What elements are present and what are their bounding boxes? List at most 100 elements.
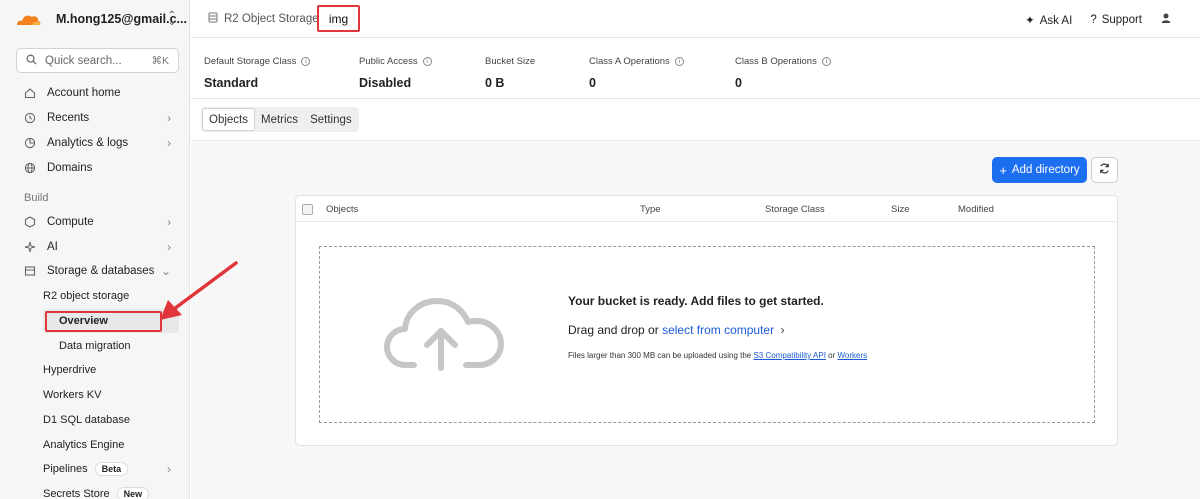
plus-icon: +: [999, 162, 1007, 178]
sidebar-item-data-migration[interactable]: Data migration: [59, 335, 131, 357]
stat-value: 0: [735, 76, 742, 90]
sidebar-item-d1[interactable]: D1 SQL database: [43, 409, 130, 431]
sidebar-item-r2-object-storage[interactable]: R2 object storage: [43, 285, 129, 307]
database-icon: [208, 12, 218, 26]
sidebar-item-secrets-store[interactable]: Secrets Store New: [43, 483, 150, 499]
column-header-type[interactable]: Type: [640, 204, 661, 215]
sidebar-item-storage-databases[interactable]: Storage & databases ⌄: [16, 259, 179, 283]
upload-dropzone[interactable]: Your bucket is ready. Add files to get s…: [319, 246, 1095, 423]
tab-bar: Objects Metrics Settings: [191, 100, 1200, 141]
tab-settings[interactable]: Settings: [304, 108, 358, 131]
column-header-storage-class[interactable]: Storage Class: [765, 204, 825, 215]
note-prefix: Files larger than 300 MB can be uploaded…: [568, 351, 754, 360]
account-switcher[interactable]: M.hong125@gmail.c... ⌃ ⌄: [0, 0, 190, 38]
stat-public-access: Public Access i Disabled: [359, 56, 432, 90]
sidebar-item-domains[interactable]: Domains: [16, 156, 179, 180]
table-header: Objects Type Storage Class Size Modified: [296, 196, 1117, 222]
chevron-right-icon: ›: [167, 111, 171, 125]
beta-badge: Beta: [94, 462, 129, 476]
sidebar-item-label: Account home: [47, 87, 121, 99]
stat-label: Bucket Size: [485, 56, 536, 67]
dropzone-title: Your bucket is ready. Add files to get s…: [568, 294, 824, 308]
cloudflare-logo-icon: [14, 11, 42, 27]
new-badge: New: [116, 487, 150, 499]
breadcrumb-parent[interactable]: R2 Object Storage: [224, 13, 319, 25]
chevron-updown-icon: ⌃ ⌄: [167, 10, 176, 28]
sidebar-item-workers-kv[interactable]: Workers KV: [43, 384, 101, 406]
section-label-build: Build: [24, 192, 49, 204]
sidebar-item-account-home[interactable]: Account home: [16, 81, 179, 105]
workers-link[interactable]: Workers: [838, 351, 868, 360]
stat-value: 0: [589, 76, 596, 90]
refresh-icon: [1098, 162, 1111, 178]
search-input[interactable]: Quick search... ⌘K: [16, 48, 179, 73]
sidebar-item-label: Secrets Store: [43, 488, 110, 499]
top-bar: R2 Object Storage · img ✦ Ask AI ? Support: [191, 0, 1200, 38]
ai-icon: [24, 241, 36, 253]
chevron-right-icon: ›: [167, 215, 171, 229]
sidebar-item-ai[interactable]: AI ›: [16, 235, 179, 259]
note-or: or: [825, 351, 838, 360]
bucket-stats: Default Storage Class i Standard Public A…: [191, 39, 1200, 99]
stat-value: 0 B: [485, 76, 505, 90]
s3-api-link[interactable]: S3 Compatibility API: [753, 351, 825, 360]
column-header-modified[interactable]: Modified: [958, 204, 994, 215]
sidebar-item-label: Compute: [47, 216, 94, 228]
support-button[interactable]: ? Support: [1090, 14, 1142, 26]
ask-ai-button[interactable]: ✦ Ask AI: [1025, 13, 1072, 27]
sidebar-item-label: Analytics & logs: [47, 137, 129, 149]
refresh-button[interactable]: [1091, 157, 1118, 183]
column-header-size[interactable]: Size: [891, 204, 909, 215]
info-icon[interactable]: i: [821, 57, 831, 66]
sidebar-item-analytics[interactable]: Analytics & logs ›: [16, 131, 179, 155]
sidebar-item-label: Pipelines: [43, 463, 88, 475]
support-label: Support: [1101, 13, 1142, 26]
sidebar-item-pipelines[interactable]: Pipelines Beta ›: [43, 458, 179, 480]
sidebar-item-analytics-engine[interactable]: Analytics Engine: [43, 434, 124, 456]
select-all-checkbox[interactable]: [302, 204, 313, 215]
clock-icon: [24, 112, 36, 124]
cloud-upload-icon: [384, 293, 504, 376]
add-directory-button[interactable]: + Add directory: [992, 157, 1087, 183]
sidebar-item-compute[interactable]: Compute ›: [16, 210, 179, 234]
objects-panel: + Add directory Objects Type Storage Cla…: [191, 142, 1200, 499]
stat-default-storage-class: Default Storage Class i Standard: [204, 56, 311, 90]
search-placeholder: Quick search...: [45, 54, 122, 67]
stat-label: Public Access: [359, 56, 418, 67]
chevron-right-icon: ›: [167, 240, 171, 254]
select-from-computer-link[interactable]: select from computer: [662, 323, 774, 337]
tab-objects[interactable]: Objects: [202, 108, 255, 131]
sidebar-item-label: Storage & databases: [47, 265, 155, 277]
chevron-right-icon: ›: [780, 323, 785, 337]
sidebar-item-label: Recents: [47, 112, 90, 124]
stat-label: Default Storage Class: [204, 56, 297, 67]
stat-label: Class B Operations: [735, 56, 817, 67]
objects-table: Objects Type Storage Class Size Modified…: [295, 195, 1118, 446]
dropzone-drag-text: Drag and drop or select from computer ›: [568, 323, 784, 337]
tabs: Objects Metrics Settings: [201, 107, 359, 132]
info-icon[interactable]: i: [301, 57, 311, 66]
annotation-box-overview: [45, 311, 162, 332]
stat-value: Disabled: [359, 76, 412, 90]
search-shortcut: ⌘K: [151, 54, 169, 67]
drag-prefix: Drag and drop or: [568, 323, 663, 337]
info-icon[interactable]: i: [674, 57, 684, 66]
tab-metrics[interactable]: Metrics: [255, 108, 304, 131]
sidebar-item-hyperdrive[interactable]: Hyperdrive: [43, 359, 96, 381]
info-icon[interactable]: i: [422, 57, 432, 66]
sidebar-item-label: Domains: [47, 162, 93, 174]
home-icon: [24, 87, 36, 99]
chevron-down-icon: ⌄: [160, 264, 171, 278]
search-icon: [26, 53, 37, 68]
help-icon: ?: [1090, 13, 1097, 26]
storage-icon: [24, 265, 36, 277]
sidebar-item-label: AI: [47, 241, 58, 253]
stat-value: Standard: [204, 76, 259, 90]
user-icon[interactable]: [1160, 12, 1172, 27]
sidebar-item-recents[interactable]: Recents ›: [16, 106, 179, 130]
breadcrumb[interactable]: R2 Object Storage: [208, 12, 319, 26]
stat-class-a-ops: Class A Operations i 0: [589, 56, 684, 90]
column-header-objects[interactable]: Objects: [326, 204, 358, 215]
chart-icon: [24, 137, 36, 149]
globe-icon: [24, 162, 36, 174]
